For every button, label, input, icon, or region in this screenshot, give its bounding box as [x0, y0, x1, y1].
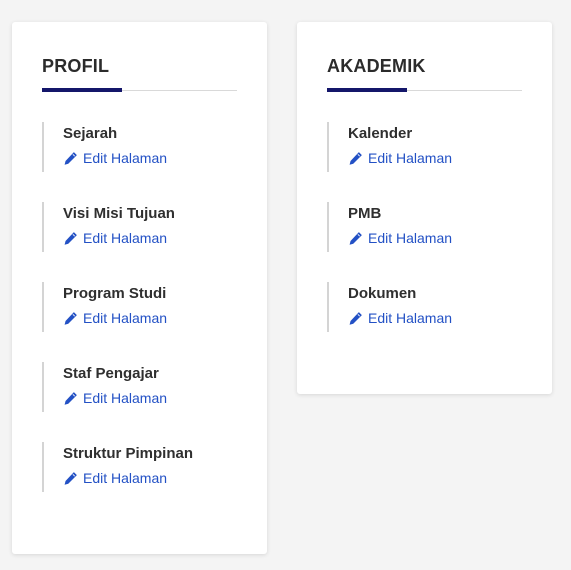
list-item-kalender: Kalender Edit Halaman [327, 122, 522, 172]
edit-link-label: Edit Halaman [83, 470, 168, 486]
pencil-icon [349, 311, 362, 325]
edit-page-link-pmb[interactable]: Edit Halaman [348, 230, 452, 246]
pencil-icon [349, 151, 362, 165]
edit-link-label: Edit Halaman [368, 230, 453, 246]
akademik-title: AKADEMIK [327, 56, 426, 76]
list-item-sejarah: Sejarah Edit Halaman [42, 122, 237, 172]
item-title: Dokumen [348, 285, 417, 302]
edit-page-link-program-studi[interactable]: Edit Halaman [63, 310, 167, 326]
pencil-icon [64, 231, 77, 245]
akademik-card: AKADEMIK Kalender Edit Halaman PMB Edit … [297, 22, 552, 394]
edit-page-link-kalender[interactable]: Edit Halaman [348, 150, 452, 166]
edit-page-link-staf-pengajar[interactable]: Edit Halaman [63, 390, 167, 406]
profil-item-list: Sejarah Edit Halaman Visi Misi Tujuan Ed… [42, 122, 237, 492]
divider-accent [42, 88, 122, 92]
pencil-icon [64, 311, 77, 325]
item-title: PMB [348, 205, 382, 222]
akademik-item-list: Kalender Edit Halaman PMB Edit Halaman D… [327, 122, 522, 332]
profil-card: PROFIL Sejarah Edit Halaman Visi Misi Tu… [12, 22, 267, 554]
edit-page-link-struktur-pimpinan[interactable]: Edit Halaman [63, 470, 167, 486]
edit-link-label: Edit Halaman [368, 310, 453, 326]
list-item-visi-misi-tujuan: Visi Misi Tujuan Edit Halaman [42, 202, 237, 252]
divider-accent [327, 88, 407, 92]
edit-link-label: Edit Halaman [368, 150, 453, 166]
profil-title: PROFIL [42, 56, 110, 76]
pencil-icon [64, 391, 77, 405]
pencil-icon [349, 231, 362, 245]
list-item-staf-pengajar: Staf Pengajar Edit Halaman [42, 362, 237, 412]
pencil-icon [64, 151, 77, 165]
profil-title-divider [42, 88, 237, 92]
item-title: Struktur Pimpinan [63, 445, 194, 462]
item-title: Staf Pengajar [63, 365, 159, 382]
edit-page-link-dokumen[interactable]: Edit Halaman [348, 310, 452, 326]
list-item-pmb: PMB Edit Halaman [327, 202, 522, 252]
item-title: Visi Misi Tujuan [63, 205, 175, 222]
item-title: Kalender [348, 125, 413, 142]
list-item-dokumen: Dokumen Edit Halaman [327, 282, 522, 332]
item-title: Program Studi [63, 285, 167, 302]
edit-link-label: Edit Halaman [83, 230, 168, 246]
edit-link-label: Edit Halaman [83, 390, 168, 406]
edit-link-label: Edit Halaman [83, 310, 168, 326]
list-item-program-studi: Program Studi Edit Halaman [42, 282, 237, 332]
edit-link-label: Edit Halaman [83, 150, 168, 166]
edit-page-link-sejarah[interactable]: Edit Halaman [63, 150, 167, 166]
akademik-title-divider [327, 88, 522, 92]
list-item-struktur-pimpinan: Struktur Pimpinan Edit Halaman [42, 442, 237, 492]
pencil-icon [64, 471, 77, 485]
edit-page-link-visi-misi-tujuan[interactable]: Edit Halaman [63, 230, 167, 246]
item-title: Sejarah [63, 125, 118, 142]
